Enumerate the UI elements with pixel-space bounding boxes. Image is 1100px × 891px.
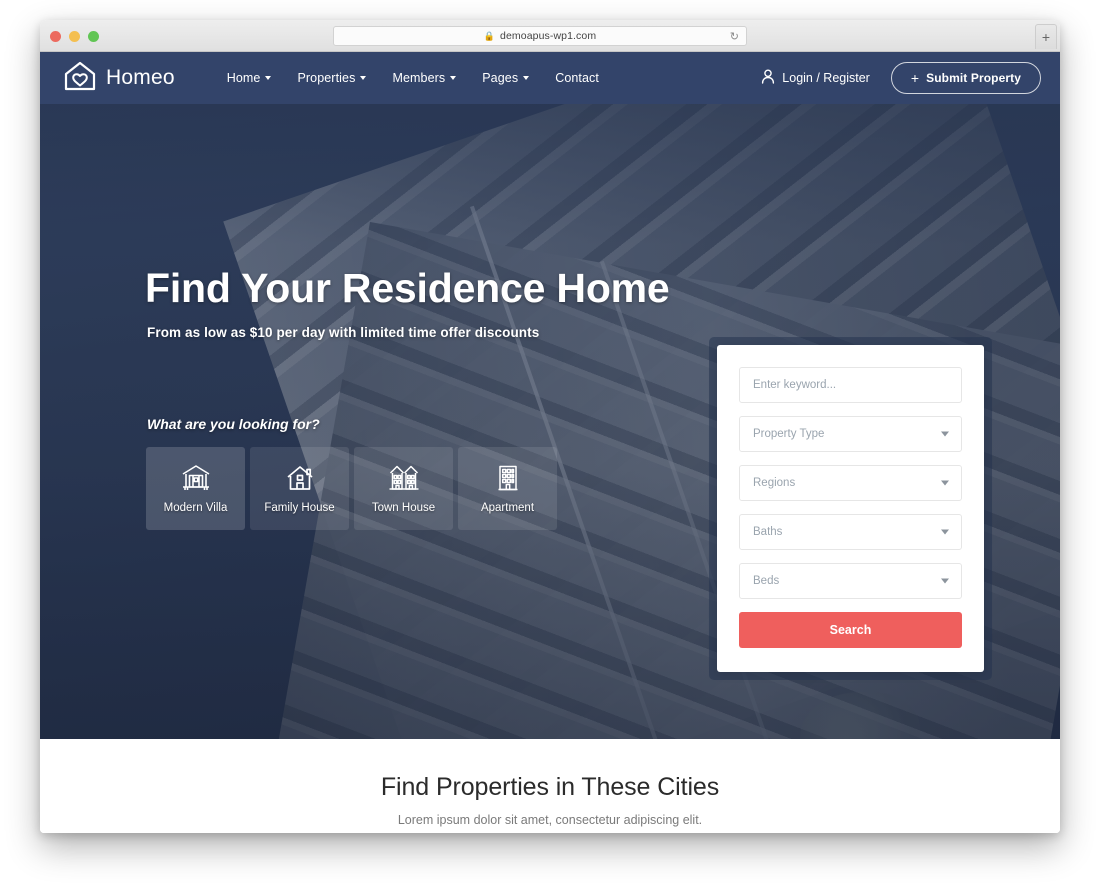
maximize-window-button[interactable]	[88, 31, 99, 42]
apartment-icon	[492, 463, 524, 493]
minimize-window-button[interactable]	[69, 31, 80, 42]
chevron-down-icon	[941, 529, 949, 535]
chevron-down-icon	[360, 76, 367, 80]
category-tile-apartment[interactable]: Apartment	[458, 447, 557, 530]
hero-subhead: From as low as $10 per day with limited …	[147, 325, 540, 340]
nav-item-properties-label: Properties	[297, 71, 356, 85]
regions-select[interactable]: Regions	[739, 465, 962, 501]
chevron-down-icon	[450, 76, 457, 80]
property-search-panel: Enter keyword... Property Type Regions B…	[717, 345, 984, 672]
category-tile-town-house-label: Town House	[371, 502, 436, 514]
hero-content: Homeo Home Properties Members Pages Cont…	[40, 52, 1060, 739]
villa-icon	[180, 463, 212, 493]
category-prompt-label: What are you looking for?	[147, 416, 320, 432]
chevron-down-icon	[941, 480, 949, 486]
category-tiles: Modern Villa Family House Town House Apa…	[146, 447, 557, 530]
hero-body: Find Your Residence Home From as low as …	[40, 104, 1060, 739]
nav-item-properties[interactable]: Properties	[297, 71, 367, 85]
cities-subtitle: Lorem ipsum dolor sit amet, consectetur …	[397, 813, 703, 827]
login-register-label: Login / Register	[782, 71, 870, 85]
nav-item-home-label: Home	[226, 71, 261, 85]
category-tile-apartment-label: Apartment	[480, 502, 535, 514]
site-navbar: Homeo Home Properties Members Pages Cont…	[40, 52, 1060, 104]
lock-icon: 🔒	[483, 30, 496, 41]
chevron-down-icon	[941, 578, 949, 584]
search-button[interactable]: Search	[739, 612, 962, 648]
cities-section: Find Properties in These Cities Lorem ip…	[40, 739, 1060, 833]
close-window-button[interactable]	[50, 31, 61, 42]
address-bar[interactable]: 🔒 demoapus-wp1.com ↻	[333, 26, 747, 46]
property-search-panel-wrapper: Enter keyword... Property Type Regions B…	[709, 337, 992, 680]
user-icon	[761, 69, 775, 87]
nav-item-members[interactable]: Members	[392, 71, 457, 85]
category-tile-family-house-label: Family House	[264, 502, 335, 514]
reload-icon[interactable]: ↻	[730, 30, 739, 43]
townhouse-icon	[388, 463, 420, 493]
keyword-input[interactable]: Enter keyword...	[739, 367, 962, 403]
category-tile-family-house[interactable]: Family House	[250, 447, 349, 530]
plus-icon: +	[910, 70, 920, 86]
brand-logo[interactable]: Homeo	[63, 60, 175, 97]
browser-titlebar: 🔒 demoapus-wp1.com ↻ +	[40, 20, 1060, 52]
page-viewport: Homeo Home Properties Members Pages Cont…	[40, 52, 1060, 833]
keyword-input-placeholder: Enter keyword...	[753, 379, 837, 391]
url-text: demoapus-wp1.com	[500, 30, 597, 42]
category-tile-modern-villa-label: Modern Villa	[163, 502, 228, 514]
window-controls	[50, 31, 99, 42]
submit-property-button[interactable]: + Submit Property	[890, 62, 1041, 94]
nav-item-contact[interactable]: Contact	[555, 71, 599, 85]
cities-title: Find Properties in These Cities	[380, 773, 720, 801]
nav-item-pages[interactable]: Pages	[482, 71, 530, 85]
beds-select-label: Beds	[753, 575, 780, 587]
category-tile-town-house[interactable]: Town House	[354, 447, 453, 530]
hero-headline: Find Your Residence Home	[145, 265, 670, 311]
regions-select-label: Regions	[753, 477, 796, 489]
navbar-right: Login / Register + Submit Property	[761, 62, 1041, 94]
new-tab-button[interactable]: +	[1035, 24, 1057, 49]
submit-property-label: Submit Property	[926, 71, 1021, 85]
hero-section: Homeo Home Properties Members Pages Cont…	[40, 52, 1060, 739]
nav-item-contact-label: Contact	[555, 71, 599, 85]
house-icon	[284, 463, 316, 493]
brand-name: Homeo	[106, 66, 175, 89]
nav-item-members-label: Members	[392, 71, 446, 85]
property-type-select[interactable]: Property Type	[739, 416, 962, 452]
nav-item-pages-label: Pages	[482, 71, 519, 85]
chevron-down-icon	[523, 76, 530, 80]
browser-window: 🔒 demoapus-wp1.com ↻ + Homeo Home Proper…	[40, 20, 1060, 833]
nav-item-home[interactable]: Home	[227, 71, 272, 85]
category-tile-modern-villa[interactable]: Modern Villa	[146, 447, 245, 530]
baths-select-label: Baths	[753, 526, 783, 538]
nav-links: Home Properties Members Pages Contact	[227, 71, 599, 85]
chevron-down-icon	[941, 431, 949, 437]
beds-select[interactable]: Beds	[739, 563, 962, 599]
login-register-link[interactable]: Login / Register	[761, 69, 870, 87]
house-heart-logo-icon	[63, 60, 97, 97]
property-type-select-label: Property Type	[753, 428, 825, 440]
chevron-down-icon	[265, 76, 272, 80]
baths-select[interactable]: Baths	[739, 514, 962, 550]
